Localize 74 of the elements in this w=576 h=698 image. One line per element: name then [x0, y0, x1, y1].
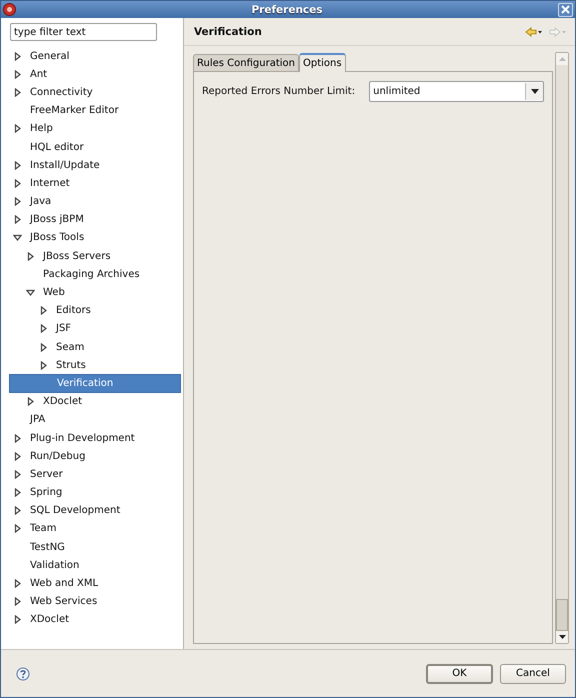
- expanded-arrow-icon[interactable]: [13, 233, 22, 242]
- collapsed-arrow-icon[interactable]: [13, 506, 22, 516]
- collapsed-arrow-icon[interactable]: [13, 124, 22, 134]
- collapsed-arrow-icon[interactable]: [39, 306, 48, 316]
- tree-item[interactable]: Web Services: [9, 592, 181, 611]
- tree-item[interactable]: Run/Debug: [9, 447, 181, 466]
- collapsed-arrow-icon[interactable]: [13, 88, 22, 97]
- help-icon[interactable]: [16, 666, 30, 680]
- expanded-arrow-icon[interactable]: [26, 288, 35, 298]
- tree-item[interactable]: Validation: [9, 556, 181, 574]
- collapsed-arrow-icon[interactable]: [39, 324, 48, 334]
- tree-item[interactable]: TestNG: [9, 538, 181, 556]
- tree-item[interactable]: Seam: [9, 338, 181, 356]
- scroll-down-arrow-icon[interactable]: [558, 635, 566, 639]
- collapsed-arrow-icon[interactable]: [26, 397, 35, 406]
- ok-button[interactable]: OK: [426, 664, 493, 684]
- collapsed-arrow-icon[interactable]: [13, 160, 22, 170]
- collapsed-arrow-icon[interactable]: [13, 434, 22, 443]
- tree-item[interactable]: SQL Development: [9, 502, 181, 520]
- filter-field[interactable]: type filter text: [10, 23, 157, 41]
- tree-item[interactable]: JBoss Servers: [9, 247, 181, 266]
- collapsed-arrow-icon[interactable]: [13, 597, 22, 606]
- tree-item[interactable]: Spring: [9, 484, 181, 502]
- collapsed-arrow-icon[interactable]: [13, 579, 22, 588]
- collapsed-arrow-icon[interactable]: [39, 342, 48, 352]
- tree-item[interactable]: JBoss jBPM: [9, 210, 181, 229]
- tree-item[interactable]: Connectivity: [9, 83, 181, 102]
- collapsed-arrow-icon[interactable]: [13, 524, 22, 534]
- dropdown-arrow-icon: [530, 89, 538, 94]
- collapsed-arrow-icon[interactable]: [13, 197, 22, 206]
- tree-item[interactable]: JSF: [9, 320, 181, 338]
- tree-item[interactable]: HQL editor: [9, 138, 181, 156]
- tree-item[interactable]: Help: [9, 120, 181, 138]
- tree-item[interactable]: XDoclet: [9, 392, 181, 411]
- tree-item[interactable]: FreeMarker Editor: [9, 102, 181, 120]
- tab[interactable]: Options: [298, 53, 346, 72]
- tab[interactable]: Rules Configuration: [193, 54, 299, 71]
- tree-item[interactable]: Java: [9, 192, 181, 211]
- limit-dropdown[interactable]: unlimited: [369, 81, 544, 102]
- scrollbar[interactable]: [555, 52, 569, 644]
- tree-item[interactable]: Ant: [9, 65, 181, 84]
- scroll-thumb[interactable]: [556, 599, 568, 631]
- tree-item[interactable]: Team: [9, 520, 181, 538]
- page-title: Verification: [194, 26, 262, 38]
- tree-item[interactable]: Web and XML: [9, 574, 181, 593]
- collapsed-arrow-icon[interactable]: [39, 360, 48, 370]
- tree-item[interactable]: Server: [9, 465, 181, 484]
- collapsed-arrow-icon[interactable]: [13, 178, 22, 188]
- collapsed-arrow-icon[interactable]: [13, 615, 22, 624]
- collapsed-arrow-icon[interactable]: [13, 52, 22, 61]
- collapsed-arrow-icon[interactable]: [13, 70, 22, 79]
- tree-item[interactable]: Internet: [9, 174, 181, 192]
- app-icon: [3, 3, 16, 16]
- window-title: Preferences: [250, 4, 324, 16]
- tree-item[interactable]: XDoclet: [9, 610, 181, 629]
- tree-item[interactable]: JBoss Tools: [9, 228, 181, 248]
- tree-item[interactable]: General: [9, 47, 181, 66]
- collapsed-arrow-icon[interactable]: [13, 470, 22, 479]
- back-button[interactable]: [525, 26, 543, 36]
- tree-item[interactable]: Plug-in Development: [9, 428, 181, 448]
- tree-item[interactable]: Install/Update: [9, 156, 181, 174]
- tree-item[interactable]: Web: [9, 283, 181, 302]
- field-label: Reported Errors Number Limit:: [202, 86, 356, 97]
- collapsed-arrow-icon[interactable]: [13, 488, 22, 498]
- tree-item[interactable]: Packaging Archives: [9, 265, 181, 284]
- collapsed-arrow-icon[interactable]: [13, 215, 22, 224]
- cancel-button[interactable]: Cancel: [500, 664, 566, 684]
- tree-item[interactable]: Struts: [9, 356, 181, 374]
- tree-item[interactable]: Editors: [9, 302, 181, 320]
- tree-item[interactable]: JPA: [9, 410, 181, 429]
- collapsed-arrow-icon[interactable]: [13, 452, 22, 461]
- collapsed-arrow-icon[interactable]: [26, 252, 35, 261]
- close-button[interactable]: [558, 2, 573, 16]
- tree-item[interactable]: Verification: [9, 374, 181, 393]
